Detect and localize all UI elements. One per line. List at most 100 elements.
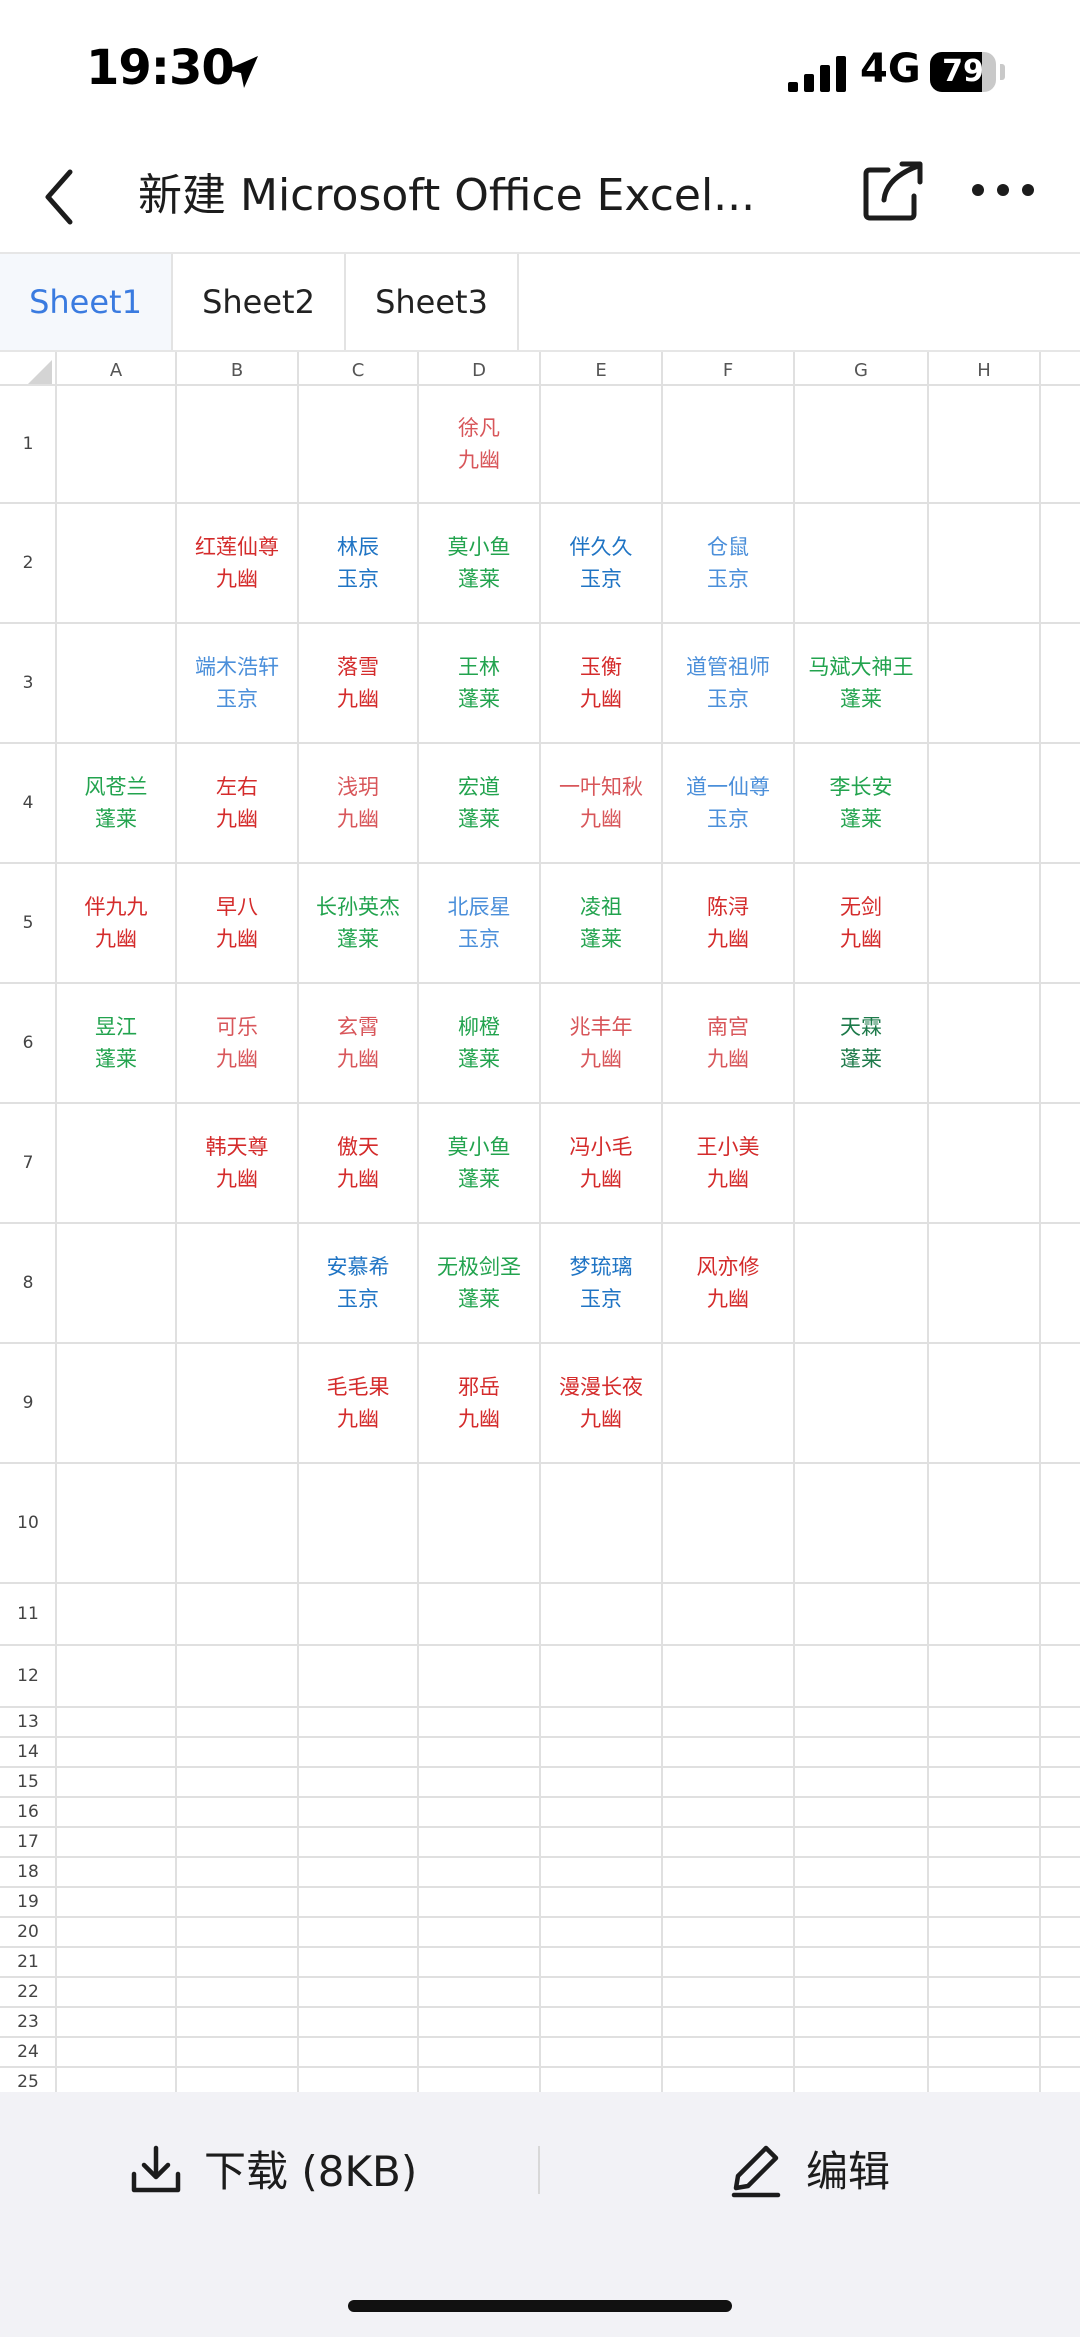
row-header-19[interactable]: 19: [0, 1888, 56, 1916]
cell-c4[interactable]: 浅玥 九幽: [298, 744, 418, 862]
grid-row-line: [0, 1946, 1080, 1948]
cell-b2[interactable]: 红莲仙尊 九幽: [176, 504, 298, 622]
cell-e6[interactable]: 兆丰年 九幽: [540, 984, 662, 1102]
row-header-7[interactable]: 7: [0, 1104, 56, 1222]
row-header-22[interactable]: 22: [0, 1978, 56, 2006]
cell-group: 玉京: [216, 687, 258, 711]
row-header-15[interactable]: 15: [0, 1768, 56, 1796]
cell-e3[interactable]: 玉衡 九幽: [540, 624, 662, 742]
cell-d9[interactable]: 邪岳 九幽: [418, 1344, 540, 1462]
cell-group: 蓬莱: [458, 1047, 500, 1071]
column-header-a[interactable]: A: [56, 356, 176, 386]
cell-d3[interactable]: 王林 蓬莱: [418, 624, 540, 742]
cell-name: 莫小鱼: [447, 535, 511, 559]
cell-b4[interactable]: 左右 九幽: [176, 744, 298, 862]
cell-d2[interactable]: 莫小鱼 蓬莱: [418, 504, 540, 622]
row-header-13[interactable]: 13: [0, 1708, 56, 1736]
cell-d1[interactable]: 徐凡 九幽: [418, 386, 540, 502]
cell-e4[interactable]: 一叶知秋 九幽: [540, 744, 662, 862]
cell-d7[interactable]: 莫小鱼 蓬莱: [418, 1104, 540, 1222]
more-options-icon[interactable]: [970, 180, 1036, 200]
row-header-11[interactable]: 11: [0, 1584, 56, 1644]
row-header-8[interactable]: 8: [0, 1224, 56, 1342]
cell-f4[interactable]: 道一仙尊 玉京: [662, 744, 794, 862]
cell-b5[interactable]: 早八 九幽: [176, 864, 298, 982]
cell-name: 浅玥: [337, 775, 379, 799]
grid-row-line: [0, 1796, 1080, 1798]
cell-a5[interactable]: 伴九九 九幽: [56, 864, 176, 982]
cell-a4[interactable]: 风苍兰 蓬莱: [56, 744, 176, 862]
cell-a6[interactable]: 昱江 蓬莱: [56, 984, 176, 1102]
cell-g3[interactable]: 马斌大神王 蓬莱: [794, 624, 928, 742]
edit-button[interactable]: 编辑: [806, 2138, 890, 2199]
column-header-h[interactable]: H: [928, 356, 1040, 386]
row-header-4[interactable]: 4: [0, 744, 56, 862]
cell-b6[interactable]: 可乐 九幽: [176, 984, 298, 1102]
cell-d4[interactable]: 宏道 蓬莱: [418, 744, 540, 862]
row-header-25[interactable]: 25: [0, 2068, 56, 2092]
cell-f8[interactable]: 风亦修 九幽: [662, 1224, 794, 1342]
cell-f3[interactable]: 道管祖师 玉京: [662, 624, 794, 742]
grid-row-line: [0, 1462, 1080, 1464]
status-time: 19:30: [86, 40, 235, 96]
cell-c9[interactable]: 毛毛果 九幽: [298, 1344, 418, 1462]
cell-c2[interactable]: 林辰 玉京: [298, 504, 418, 622]
cell-e8[interactable]: 梦琉璃 玉京: [540, 1224, 662, 1342]
row-header-18[interactable]: 18: [0, 1858, 56, 1886]
share-icon[interactable]: [860, 158, 926, 224]
column-header-g[interactable]: G: [794, 356, 928, 386]
row-header-6[interactable]: 6: [0, 984, 56, 1102]
cell-b7[interactable]: 韩天尊 九幽: [176, 1104, 298, 1222]
cell-d5[interactable]: 北辰星 玉京: [418, 864, 540, 982]
row-header-12[interactable]: 12: [0, 1646, 56, 1706]
row-header-3[interactable]: 3: [0, 624, 56, 742]
cell-f2[interactable]: 仓鼠 玉京: [662, 504, 794, 622]
cell-e2[interactable]: 伴久久 玉京: [540, 504, 662, 622]
row-header-2[interactable]: 2: [0, 504, 56, 622]
row-header-17[interactable]: 17: [0, 1828, 56, 1856]
cell-d8[interactable]: 无极剑圣 蓬莱: [418, 1224, 540, 1342]
cell-g6[interactable]: 天霖 蓬莱: [794, 984, 928, 1102]
cell-g5[interactable]: 无剑 九幽: [794, 864, 928, 982]
cell-e7[interactable]: 冯小毛 九幽: [540, 1104, 662, 1222]
sheet-tab-sheet2[interactable]: Sheet2: [173, 254, 346, 350]
row-header-23[interactable]: 23: [0, 2008, 56, 2036]
row-header-24[interactable]: 24: [0, 2038, 56, 2066]
sheet-tab-sheet1[interactable]: Sheet1: [0, 254, 173, 350]
row-header-14[interactable]: 14: [0, 1738, 56, 1766]
select-all-corner[interactable]: [28, 360, 52, 384]
edit-pencil-icon[interactable]: [730, 2142, 782, 2198]
sheet-tab-sheet3[interactable]: Sheet3: [346, 254, 519, 350]
cell-c5[interactable]: 长孙英杰 蓬莱: [298, 864, 418, 982]
column-header-c[interactable]: C: [298, 356, 418, 386]
cell-b3[interactable]: 端木浩轩 玉京: [176, 624, 298, 742]
download-button[interactable]: 下载 (8KB): [204, 2138, 417, 2199]
column-header-e[interactable]: E: [540, 356, 662, 386]
spreadsheet-grid[interactable]: A B C D E F G H 1 2 3 4 5 6 7 8 9 10 11 12 13 14 15 16 17 18 19 20 2…: [0, 352, 1080, 2092]
row-header-1[interactable]: 1: [0, 386, 56, 502]
cell-c6[interactable]: 玄霄 九幽: [298, 984, 418, 1102]
back-chevron-icon[interactable]: [40, 162, 80, 232]
cell-c3[interactable]: 落雪 九幽: [298, 624, 418, 742]
cell-e9[interactable]: 漫漫长夜 九幽: [540, 1344, 662, 1462]
cell-c7[interactable]: 傲天 九幽: [298, 1104, 418, 1222]
cell-f7[interactable]: 王小美 九幽: [662, 1104, 794, 1222]
row-header-10[interactable]: 10: [0, 1464, 56, 1582]
cell-name: 玉衡: [580, 655, 622, 679]
column-header-b[interactable]: B: [176, 356, 298, 386]
row-header-20[interactable]: 20: [0, 1918, 56, 1946]
row-header-5[interactable]: 5: [0, 864, 56, 982]
cell-g4[interactable]: 李长安 蓬莱: [794, 744, 928, 862]
cell-f6[interactable]: 南宫 九幽: [662, 984, 794, 1102]
row-header-16[interactable]: 16: [0, 1798, 56, 1826]
cell-e5[interactable]: 凌祖 蓬莱: [540, 864, 662, 982]
cell-name: 早八: [216, 895, 258, 919]
cell-f5[interactable]: 陈浔 九幽: [662, 864, 794, 982]
cell-d6[interactable]: 柳橙 蓬莱: [418, 984, 540, 1102]
row-header-21[interactable]: 21: [0, 1948, 56, 1976]
column-header-f[interactable]: F: [662, 356, 794, 386]
cell-c8[interactable]: 安慕希 玉京: [298, 1224, 418, 1342]
row-header-9[interactable]: 9: [0, 1344, 56, 1462]
column-header-d[interactable]: D: [418, 356, 540, 386]
download-icon[interactable]: [130, 2144, 182, 2196]
